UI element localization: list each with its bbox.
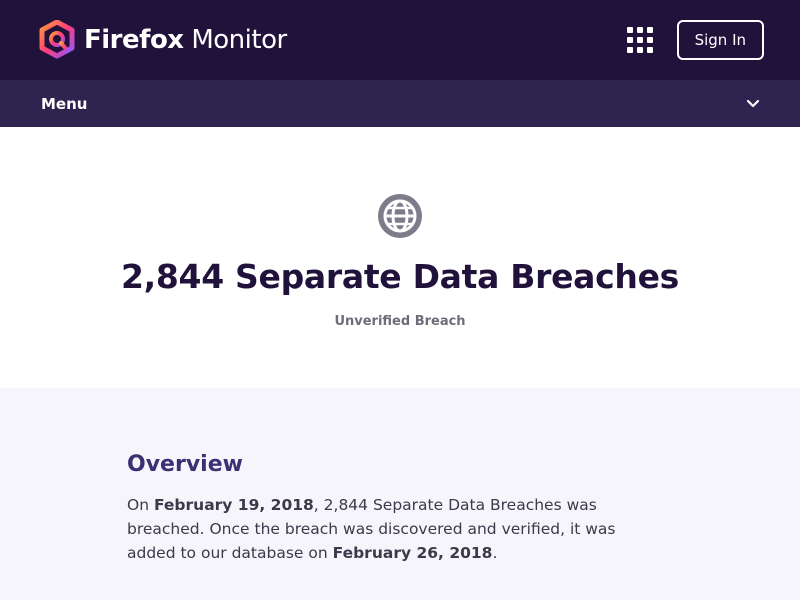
overview-text-3: .: [492, 544, 498, 562]
menu-bar[interactable]: Menu: [0, 80, 800, 127]
brand-name: Firefox Monitor: [84, 25, 287, 55]
menu-label: Menu: [41, 94, 88, 113]
firefox-monitor-logo-icon: [39, 20, 75, 59]
apps-grid-icon[interactable]: [626, 27, 653, 53]
overview-section: Overview On February 19, 2018, 2,844 Sep…: [0, 388, 800, 600]
brand-name-bold: Firefox: [84, 25, 184, 55]
brand-name-light: Monitor: [191, 25, 287, 55]
overview-text-1: On: [127, 496, 154, 514]
breach-status-badge: Unverified Breach: [334, 314, 466, 329]
sign-in-button[interactable]: Sign In: [676, 20, 764, 60]
breach-title: 2,844 Separate Data Breaches: [120, 257, 680, 296]
brand[interactable]: Firefox Monitor: [38, 20, 287, 60]
header-actions: Sign In: [626, 20, 764, 60]
added-date: February 26, 2018: [332, 544, 493, 562]
top-header: Firefox Monitor Sign In: [0, 0, 800, 80]
globe-icon: [378, 194, 422, 238]
chevron-down-icon[interactable]: [746, 99, 760, 109]
overview-heading: Overview: [127, 452, 243, 477]
overview-text: On February 19, 2018, 2,844 Separate Dat…: [127, 493, 667, 565]
breach-hero: 2,844 Separate Data Breaches Unverified …: [0, 127, 800, 388]
breach-date: February 19, 2018: [153, 496, 314, 514]
